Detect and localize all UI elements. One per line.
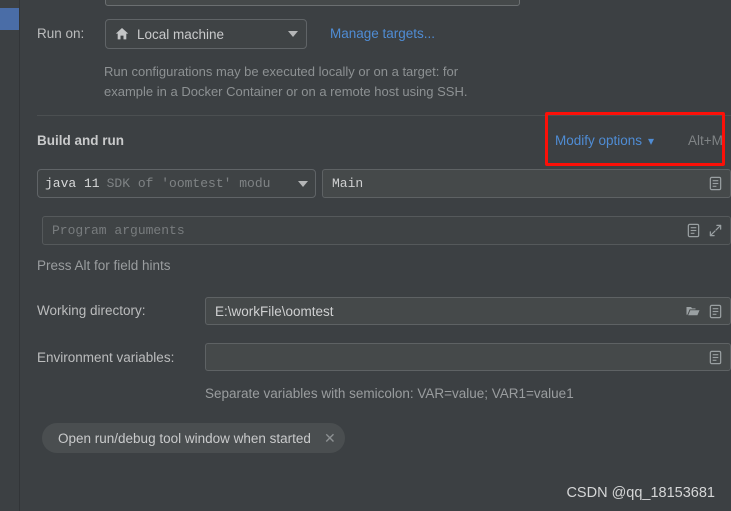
build-and-run-title: Build and run [37, 133, 124, 148]
alt-field-hints-text: Press Alt for field hints [37, 258, 171, 273]
program-arguments-input[interactable]: Program arguments [42, 216, 731, 245]
option-chip-open-run-debug-tool-window[interactable]: Open run/debug tool window when started … [42, 423, 345, 453]
manage-targets-link[interactable]: Manage targets... [330, 26, 435, 41]
main-class-value: Main [332, 176, 364, 191]
run-on-description: Run configurations may be executed local… [104, 64, 468, 99]
run-configuration-panel: Run on: Local machine Manage targets... … [20, 0, 731, 511]
working-directory-input[interactable]: E:\workFile\oomtest [205, 297, 731, 325]
working-directory-label: Working directory: [37, 303, 146, 318]
chevron-down-icon: ▾ [648, 133, 655, 148]
chevron-down-icon [288, 31, 298, 37]
jdk-selector-dropdown[interactable]: java 11 SDK of 'oomtest' modu [37, 169, 316, 198]
option-chip-label: Open run/debug tool window when started [58, 430, 311, 446]
home-icon [115, 28, 129, 40]
expand-editor-icon[interactable] [705, 221, 725, 241]
expand-macro-icon[interactable] [705, 174, 725, 194]
main-class-input[interactable]: Main [322, 169, 731, 198]
jdk-description: SDK of 'oomtest' modu [106, 176, 271, 191]
watermark-text: CSDN @qq_18153681 [566, 485, 715, 501]
modify-options-button[interactable]: Modify options ▾ [555, 133, 654, 148]
expand-macro-icon[interactable] [705, 347, 725, 367]
section-divider [37, 115, 731, 116]
environment-variables-input[interactable] [205, 343, 731, 371]
environment-variables-hint: Separate variables with semicolon: VAR=v… [205, 386, 574, 401]
environment-variables-label: Environment variables: [37, 350, 175, 365]
folder-icon[interactable] [683, 301, 703, 321]
working-directory-value: E:\workFile\oomtest [215, 303, 334, 319]
run-on-target-dropdown[interactable]: Local machine [105, 19, 307, 49]
close-icon[interactable]: ✕ [321, 429, 339, 447]
run-on-label: Run on: [37, 26, 85, 41]
expand-macro-icon[interactable] [683, 221, 703, 241]
modify-options-shortcut: Alt+M [688, 133, 723, 148]
partial-field-above[interactable] [105, 0, 520, 6]
program-arguments-placeholder: Program arguments [52, 223, 185, 238]
jdk-name: java 11 [45, 176, 100, 191]
modify-options-label: Modify options [555, 133, 643, 148]
chevron-down-icon [298, 180, 308, 187]
expand-macro-icon[interactable] [705, 301, 725, 321]
left-gutter-rail [0, 0, 19, 511]
selection-marker [0, 8, 19, 30]
run-on-target-value: Local machine [137, 26, 225, 42]
